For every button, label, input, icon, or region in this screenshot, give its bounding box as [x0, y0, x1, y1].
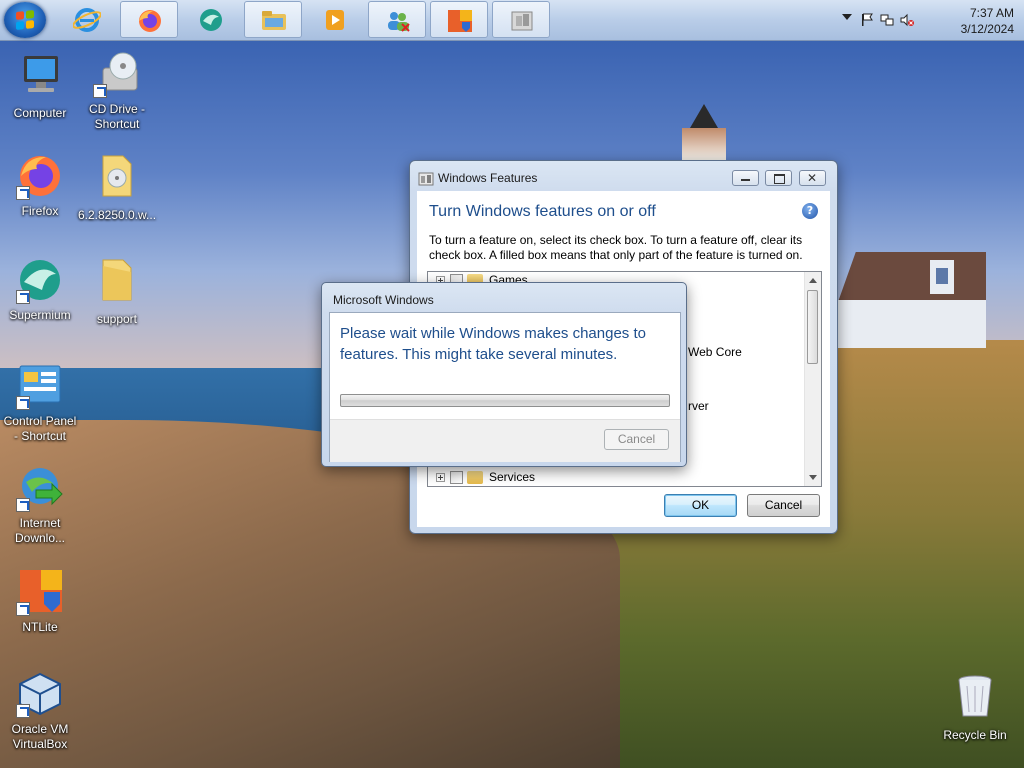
dialog-client-area: Please wait while Windows makes changes …: [329, 312, 681, 462]
tree-item-label: Services for NFS: [489, 470, 536, 486]
desktop-icon-label: Computer: [13, 106, 67, 120]
desktop-icon-supermium[interactable]: Supermium: [0, 256, 80, 323]
volume-muted-icon[interactable]: [900, 13, 914, 27]
desktop-icon-internet-download-manager[interactable]: Internet Downlo...: [0, 464, 80, 546]
desktop-icon-cd-drive-shortcut[interactable]: CD Drive - Shortcut: [77, 50, 157, 132]
shortcut-arrow-icon: [93, 84, 107, 98]
taskbar-windows-features[interactable]: [492, 1, 550, 38]
close-button[interactable]: ✕: [799, 170, 826, 186]
windows-features-icon: [511, 11, 533, 31]
desktop-icon-support-folder[interactable]: support: [77, 256, 157, 327]
dialog-title: Microsoft Windows: [333, 293, 434, 307]
scrollbar-thumb[interactable]: [807, 290, 818, 364]
desktop-icon-label: CD Drive - Shortcut: [89, 102, 145, 131]
desktop-icon-control-panel-shortcut[interactable]: Control Panel - Shortcut: [0, 362, 80, 444]
clock-time: 7:37 AM: [969, 6, 1014, 20]
folder-icon: [102, 155, 132, 197]
desktop-icon-label: 6.2.8250.0.w...: [77, 208, 157, 222]
progress-bar: [340, 394, 670, 407]
cancel-button[interactable]: Cancel: [747, 494, 820, 517]
progress-message: Please wait while Windows makes changes …: [340, 325, 646, 363]
features-heading: Turn Windows features on or off: [429, 203, 656, 220]
desktop-icon-label: Recycle Bin: [943, 728, 1007, 742]
show-hidden-icons-chevron-icon[interactable]: [842, 14, 852, 20]
shortcut-arrow-icon: [16, 186, 30, 200]
shortcut-arrow-icon: [16, 602, 30, 616]
desktop-icon-firefox[interactable]: Firefox: [0, 152, 80, 219]
tree-item-label: rver: [688, 399, 709, 413]
lighthouse: [678, 104, 730, 160]
taskbar-firefox[interactable]: [120, 1, 178, 38]
folder-icon: [467, 471, 483, 484]
maximize-icon: [774, 174, 785, 184]
taskbar-ntlite[interactable]: [430, 1, 488, 38]
desktop-icon-label: support: [96, 312, 138, 326]
house: [838, 252, 986, 348]
desktop-icon-virtualbox[interactable]: Oracle VM VirtualBox: [0, 670, 80, 752]
shortcut-arrow-icon: [16, 704, 30, 718]
windows-logo-icon: [16, 10, 34, 30]
tree-item-web-core[interactable]: Web Core: [688, 345, 742, 361]
clock-date: 3/12/2024: [960, 22, 1014, 36]
folder-icon: [102, 259, 132, 301]
computer-icon: [24, 56, 58, 92]
taskbar-media-player[interactable]: [306, 1, 364, 38]
taskbar-internet-explorer[interactable]: [58, 1, 116, 38]
supermium-icon: [200, 9, 222, 31]
media-player-icon: [326, 10, 344, 30]
maximize-button[interactable]: [765, 170, 792, 186]
desktop-icon-label: NTLite: [22, 620, 58, 634]
scroll-down-arrow-icon[interactable]: [809, 475, 817, 480]
start-button[interactable]: [4, 2, 46, 38]
taskbar-contacts[interactable]: [368, 1, 426, 38]
shortcut-arrow-icon: [16, 396, 30, 410]
shortcut-arrow-icon: [16, 498, 30, 512]
desktop-icon-iso-file[interactable]: 6.2.8250.0.w...: [77, 152, 157, 223]
desktop-icon-label: Oracle VM VirtualBox: [11, 722, 69, 751]
contacts-icon: [388, 12, 410, 32]
tree-checkbox[interactable]: [450, 471, 463, 484]
desktop-icon-label: Internet Downlo...: [14, 516, 66, 545]
minimize-icon: [741, 179, 750, 181]
clock[interactable]: 7:37 AM 3/12/2024: [961, 5, 1014, 37]
shortcut-arrow-icon: [16, 290, 30, 304]
desktop-icon-ntlite[interactable]: NTLite: [0, 568, 80, 635]
help-icon[interactable]: ?: [802, 203, 818, 219]
network-icon[interactable]: [880, 13, 894, 27]
features-description: To turn a feature on, select its check b…: [429, 233, 803, 262]
desktop-icon-label: Firefox: [21, 204, 59, 218]
progress-cancel-button[interactable]: Cancel: [604, 429, 669, 450]
expand-icon[interactable]: [436, 473, 445, 482]
recycle-bin-icon: [958, 675, 992, 717]
tree-item-server[interactable]: rver: [688, 399, 709, 415]
internet-explorer-icon: [73, 8, 101, 32]
ok-button[interactable]: OK: [664, 494, 737, 517]
desktop-icon-label: Control Panel - Shortcut: [3, 414, 77, 443]
desktop-icon-computer[interactable]: Computer: [0, 50, 80, 121]
window-title: Windows Features: [438, 171, 538, 185]
taskbar-file-explorer[interactable]: [244, 1, 302, 38]
taskbar-supermium[interactable]: [182, 1, 240, 38]
scroll-up-arrow-icon[interactable]: [809, 278, 817, 283]
tree-item-label: Web Core: [688, 345, 742, 359]
firefox-icon: [139, 10, 161, 32]
folder-icon: [262, 11, 286, 30]
desktop-icon-label: Supermium: [9, 308, 71, 322]
ntlite-icon: [448, 10, 472, 32]
close-icon: ✕: [807, 171, 818, 185]
progress-dialog: Microsoft Windows Please wait while Wind…: [321, 282, 687, 467]
minimize-button[interactable]: [732, 170, 759, 186]
action-center-flag-icon[interactable]: [860, 13, 874, 27]
system-tray: 7:37 AM 3/12/2024: [834, 0, 1024, 40]
taskbar: 7:37 AM 3/12/2024: [0, 0, 1024, 41]
desktop-icon-recycle-bin[interactable]: Recycle Bin: [935, 672, 1015, 743]
windows-features-icon: [418, 172, 434, 186]
tree-scrollbar[interactable]: [804, 272, 821, 486]
